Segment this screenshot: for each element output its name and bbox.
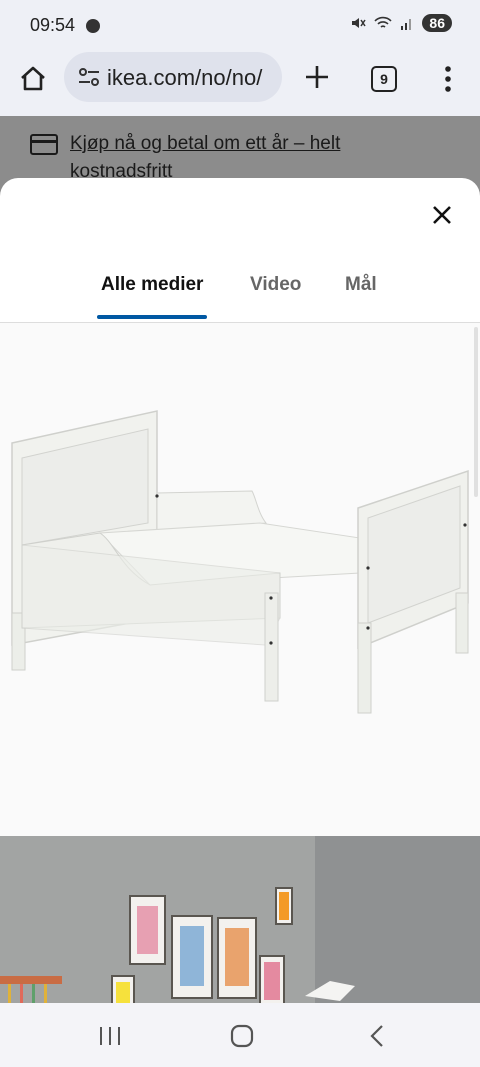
battery-level: 86 [422,14,452,32]
room-image[interactable] [0,836,480,1003]
dnd-icon [86,19,100,33]
room-illustration [0,836,480,1003]
recent-apps-icon[interactable] [96,1023,124,1049]
credit-card-icon [30,134,58,155]
tab-all-media-label: Alle medier [101,274,204,295]
wifi-icon [374,16,393,28]
bed-illustration [11,410,469,714]
status-icons: 86 [350,14,452,32]
back-icon[interactable] [364,1023,392,1049]
promo-link[interactable]: Kjøp nå og betal om ett år – helt [70,133,340,154]
active-tab-indicator [97,315,208,319]
clock: 09:54 [30,15,76,35]
address-bar[interactable]: ikea.com/no/no/ [64,52,282,102]
browser-toolbar: ikea.com/no/no/ 9 [0,52,480,116]
more-vert-icon[interactable] [438,64,458,94]
tab-video[interactable]: Video [250,274,301,296]
media-modal: Alle medier Video Mål [0,178,480,1003]
tab-dimensions[interactable]: Mål [345,274,377,296]
tab-switcher-button[interactable]: 9 [371,66,397,92]
url-text[interactable]: ikea.com/no/no/ [107,65,279,91]
status-bar: 09:54 86 [0,0,480,52]
tab-dimensions-label: Mål [345,274,377,295]
new-tab-icon[interactable] [302,62,332,92]
site-settings-icon[interactable] [78,68,100,86]
scrollbar[interactable] [474,327,478,497]
tab-all-media[interactable]: Alle medier [97,274,208,319]
home-icon[interactable] [18,64,48,94]
close-icon[interactable] [430,203,454,227]
product-image[interactable] [0,323,480,836]
mute-icon [352,18,367,28]
tab-video-label: Video [250,274,302,295]
home-nav-icon[interactable] [228,1023,256,1049]
system-nav-bar [0,1003,480,1067]
media-tabs: Alle medier Video Mål [0,274,480,323]
signal-icon [401,19,412,30]
